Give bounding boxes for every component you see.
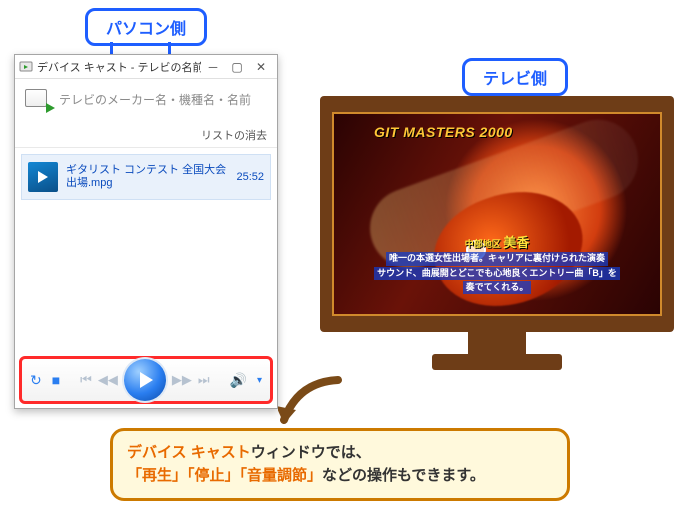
- titlebar[interactable]: デバイス キャスト - テレビの名前 ─ ▢ ✕: [15, 55, 277, 79]
- caption-name: 美香: [503, 235, 529, 250]
- tv-side-text: テレビ側: [483, 71, 547, 88]
- caption-region: 中部地区: [465, 239, 501, 249]
- callout-arrow-icon: [278, 376, 348, 426]
- explanation-callout: デバイス キャストウィンドウでは、 「再生」「停止」「音量調節」などの操作もでき…: [110, 428, 570, 501]
- volume-menu-caret[interactable]: ▾: [257, 375, 262, 386]
- forward-button[interactable]: ▶▶: [172, 372, 192, 388]
- tv-bezel: GIT MASTERS 2000 中部地区 美香 唯一の本選女性出場者。キャリア…: [320, 96, 674, 332]
- play-button[interactable]: [124, 359, 166, 401]
- caption-line: サウンド、曲展開とどこでも心地良くエントリー曲「B」を: [374, 267, 620, 280]
- pc-side-text: パソコン側: [106, 21, 186, 38]
- device-row: テレビのメーカー名・機種名・名前: [15, 79, 277, 123]
- callout-text: などの操作もできます。: [322, 467, 485, 484]
- callout-text: ウィンドウでは、: [251, 444, 371, 461]
- repeat-button[interactable]: ↻: [30, 372, 42, 389]
- caption-line: 唯一の本選女性出場者。キャリアに裏付けられた演奏: [386, 252, 608, 265]
- close-button[interactable]: ✕: [249, 60, 273, 74]
- device-icon: [25, 87, 53, 111]
- item-duration: 25:52: [236, 171, 264, 183]
- callout-strong: 「再生」「停止」「音量調節」: [127, 467, 322, 484]
- tv-side-label: テレビ側: [462, 58, 568, 96]
- playback-controls-highlight: ↻ ■ ⏮ ◀◀ ▶▶ ⏭ 🔊 ▾: [19, 356, 273, 404]
- video-thumb-icon: [28, 162, 58, 192]
- app-icon: [19, 60, 33, 74]
- tv-screen: GIT MASTERS 2000 中部地区 美香 唯一の本選女性出場者。キャリア…: [332, 112, 662, 316]
- device-name: テレビのメーカー名・機種名・名前: [59, 91, 251, 108]
- tv-base: [432, 354, 562, 370]
- device-cast-window: デバイス キャスト - テレビの名前 ─ ▢ ✕ テレビのメーカー名・機種名・名…: [14, 54, 278, 409]
- playlist-item[interactable]: ギタリスト コンテスト 全国大会出場.mpg 25:52: [21, 154, 271, 200]
- next-track-button[interactable]: ⏭: [198, 372, 210, 388]
- item-name: ギタリスト コンテスト 全国大会出場.mpg: [66, 164, 228, 190]
- clear-list-link[interactable]: リストの消去: [15, 123, 277, 148]
- callout-strong: デバイス キャスト: [127, 444, 251, 461]
- stop-button[interactable]: ■: [52, 372, 60, 388]
- tv-stand: [468, 332, 526, 354]
- minimize-button[interactable]: ─: [201, 60, 225, 74]
- rewind-button[interactable]: ◀◀: [98, 372, 118, 388]
- prev-track-button[interactable]: ⏮: [80, 372, 92, 388]
- volume-button[interactable]: 🔊: [230, 372, 247, 389]
- transport-group: ⏮ ◀◀ ▶▶ ⏭: [80, 359, 209, 401]
- pc-side-label: パソコン側: [85, 8, 207, 46]
- caption-line: 奏でてくれる。: [463, 281, 532, 294]
- tv-caption: 中部地区 美香 唯一の本選女性出場者。キャリアに裏付けられた演奏 サウンド、曲展…: [334, 235, 660, 294]
- tv-illustration: GIT MASTERS 2000 中部地区 美香 唯一の本選女性出場者。キャリア…: [320, 96, 674, 372]
- tv-overlay-title: GIT MASTERS 2000: [374, 124, 513, 140]
- maximize-button[interactable]: ▢: [225, 60, 249, 74]
- playlist: ギタリスト コンテスト 全国大会出場.mpg 25:52: [15, 148, 277, 206]
- window-title: デバイス キャスト - テレビの名前: [37, 59, 201, 75]
